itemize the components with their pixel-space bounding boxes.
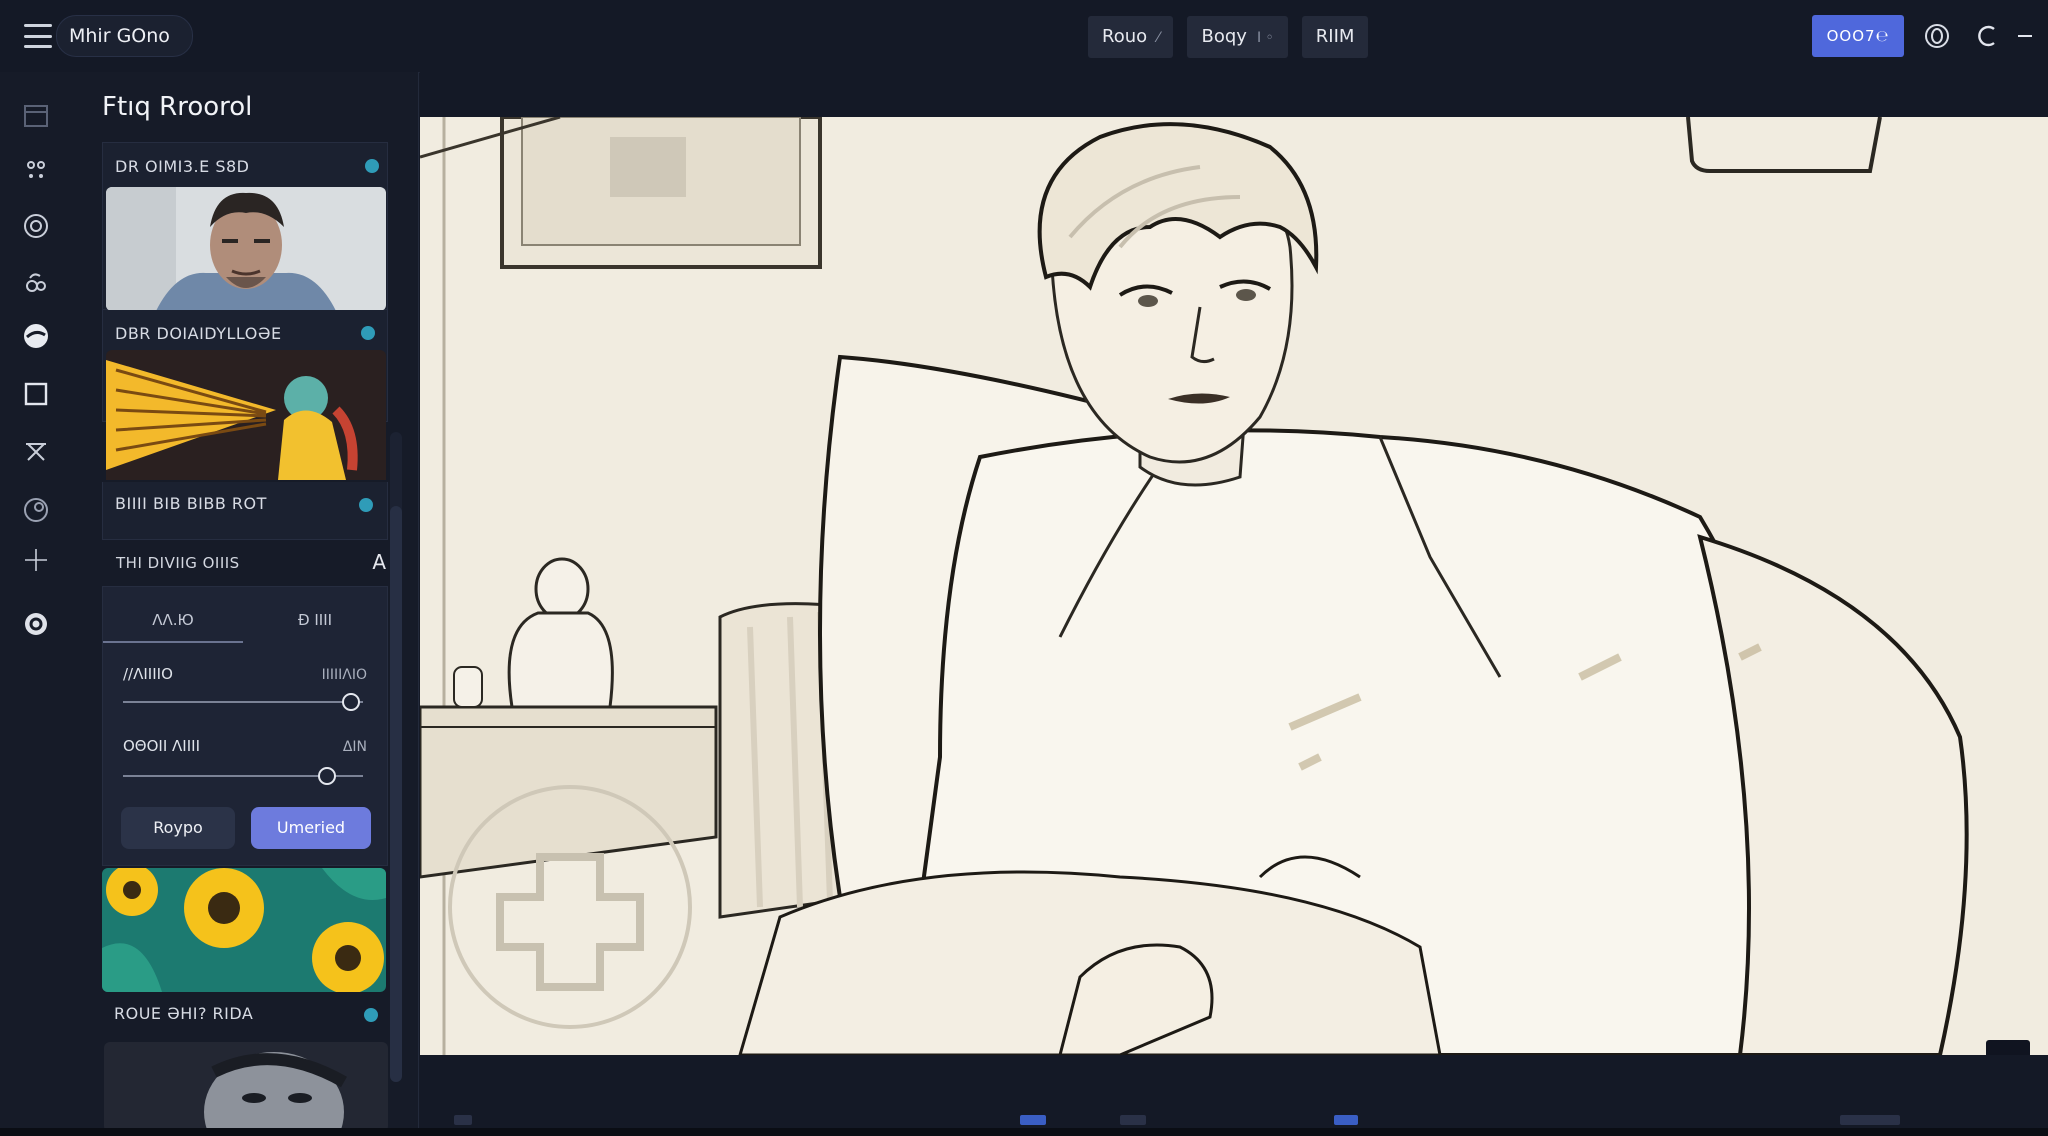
top-tab-2-label: Boqy [1201,26,1247,47]
minimize-icon[interactable] [2010,17,2040,55]
section-toggle-icon[interactable]: A [372,550,386,574]
style-card-2-dot[interactable] [361,326,375,340]
bottom-menu-icon[interactable] [454,1115,472,1125]
apply-button[interactable]: Umeried [251,807,371,849]
section-header[interactable]: THI DIVIIG OIIIS A [102,540,388,590]
top-tabs: Rouo ⁄ Boqy I ◦ RIIM [1088,16,1369,58]
top-tab-1-suffix: ⁄ [1157,30,1160,46]
bottom-status [1840,1115,1900,1125]
layers-icon[interactable] [18,98,54,134]
top-tab-3-label: RIIM [1315,26,1355,47]
style-card-2[interactable]: DBR DOIAIDYLLOƏE [102,310,388,480]
canvas-area [420,72,2048,1112]
styles-panel: Ftıq Rroorol DR OIMI3.E S8D DBR DOIAIDYL… [72,72,419,1128]
top-tab-1[interactable]: Rouo ⁄ [1088,16,1174,58]
segment-tab-1[interactable]: ΛΛ.Ю [103,587,243,643]
top-tab-1-label: Rouo [1102,26,1148,47]
style-card-5-thumbnail[interactable] [104,1042,388,1128]
style-card-3-dot[interactable] [359,498,373,512]
reset-button[interactable]: Roypo [121,807,235,849]
top-bar: Mhir GOno Rouo ⁄ Boqy I ◦ RIIM OOO7℮ [0,0,2048,73]
refresh-icon[interactable] [1970,17,2008,55]
nodes-icon[interactable] [18,152,54,188]
slider-1-track[interactable] [123,701,363,703]
slider-2-value: ΔΙΝ [342,739,367,755]
canvas-illustration [420,117,2048,1055]
preview-eye-icon[interactable] [1918,17,1956,55]
top-primary-button[interactable]: OOO7℮ [1812,15,1904,57]
target-icon[interactable] [18,208,54,244]
style-card-4-label: ROUE ƏHI? RIDA [114,1004,254,1023]
add-icon[interactable] [18,542,54,578]
slider-1-knob[interactable] [342,693,360,711]
style-controls: ΛΛ.Ю Ð IIII //ΛIIIIO IIIIΙΛΙΟ OΘOΙI ΛΙΙΙ… [102,586,388,866]
bottom-tool-3-icon[interactable] [1334,1115,1358,1125]
style-card-3-label: BIIII BIB BIBB ROT [115,494,267,513]
style-card-2-thumbnail[interactable] [106,350,386,480]
style-card-3[interactable]: BIIII BIB BIBB ROT [102,482,388,540]
top-tab-3[interactable]: RIIM [1301,16,1369,58]
style-card-2-label: DBR DOIAIDYLLOƏE [115,324,282,343]
screen-edge [0,1128,2048,1136]
canvas-zoom-chip[interactable] [1986,1040,2030,1055]
style-card-1-thumbnail[interactable] [106,187,386,311]
segment-tab-2[interactable]: Ð IIII [245,587,385,653]
slider-2-knob[interactable] [318,767,336,785]
bottom-tool-1-icon[interactable] [1020,1115,1046,1125]
style-card-4-dot[interactable] [364,1008,378,1022]
slider-1-label: //ΛIIIIO [123,665,173,683]
style-card-1-dot[interactable] [365,159,379,173]
style-card-4-thumbnail[interactable] [102,868,386,992]
palette-icon[interactable] [18,318,54,354]
bottom-toolbar [420,1112,2048,1128]
transform-icon[interactable] [18,434,54,470]
top-tab-2[interactable]: Boqy I ◦ [1187,16,1288,58]
slider-2-label: OΘOΙI ΛΙΙΙΙ [123,737,200,755]
section-header-label: THI DIVIIG OIIIS [116,554,240,572]
panel-scrollbar-thumb[interactable] [390,506,402,1082]
top-tab-2-suffix: I ◦ [1256,30,1274,46]
main-canvas-image[interactable] [420,117,2048,1055]
settings-circle-icon[interactable] [18,606,54,642]
style-card-4[interactable]: ROUE ƏHI? RIDA [102,868,388,1040]
slider-1-value: IIIIΙΛΙΟ [321,667,367,683]
brush-icon[interactable] [18,264,54,300]
style-card-1[interactable]: DR OIMI3.E S8D [102,142,388,311]
crop-frame-icon[interactable] [18,376,54,412]
globe-icon[interactable] [18,492,54,528]
panel-title: Ftıq Rroorol [102,92,253,122]
tool-rail [0,72,73,1128]
bottom-tool-2-icon[interactable] [1120,1115,1146,1125]
app-title: Mhir GOno [56,15,193,57]
style-card-1-label: DR OIMI3.E S8D [115,157,250,176]
hamburger-menu-icon[interactable] [22,20,54,52]
